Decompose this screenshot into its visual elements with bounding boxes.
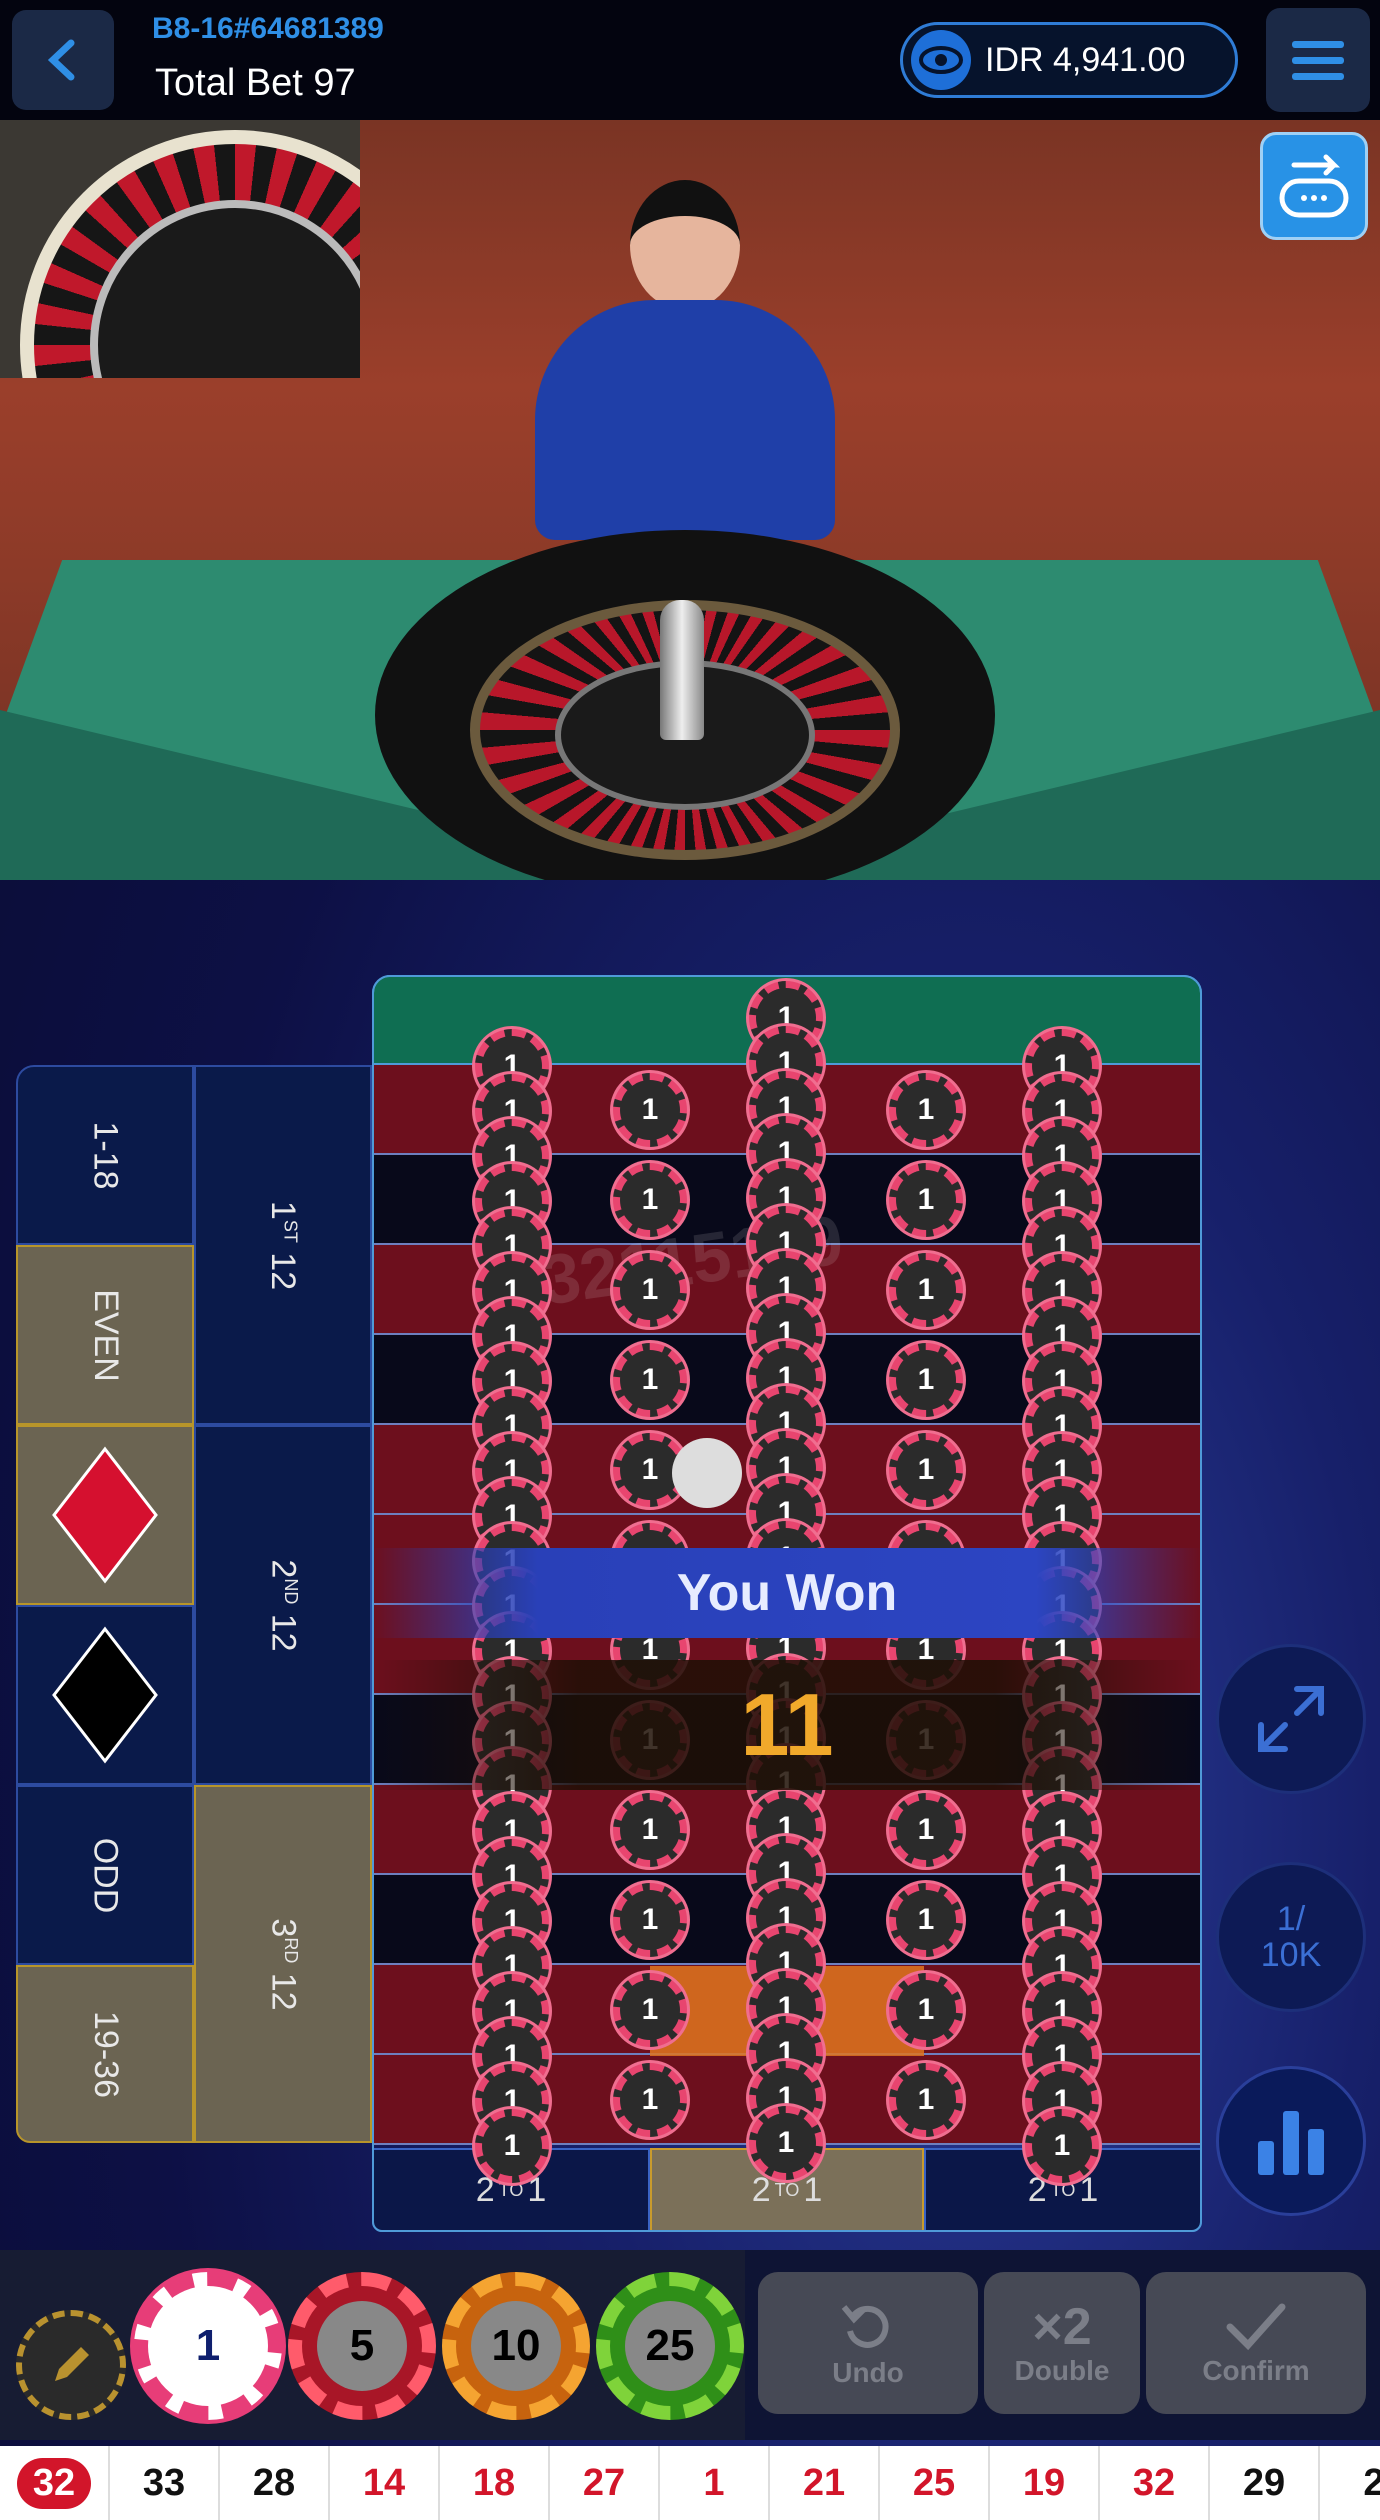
placed-chip: 1 bbox=[613, 1973, 687, 2047]
placed-chip: 1 bbox=[889, 1343, 963, 1417]
menu-button[interactable] bbox=[1266, 8, 1370, 112]
placed-chip: 1 bbox=[613, 1163, 687, 1237]
placed-chip: 1 bbox=[889, 1253, 963, 1327]
history-item: 32 bbox=[1100, 2446, 1210, 2520]
chip-5[interactable]: 5 bbox=[288, 2272, 436, 2420]
placed-chip: 1 bbox=[749, 2106, 823, 2180]
won-amount: 11 bbox=[372, 1660, 1202, 1790]
chip-1[interactable]: 1 bbox=[134, 2272, 282, 2420]
dealer bbox=[535, 160, 835, 540]
pencil-icon bbox=[55, 2347, 89, 2381]
placed-chip: 1 bbox=[613, 1073, 687, 1147]
expand-icon bbox=[1258, 1686, 1324, 1752]
undo-button[interactable]: Undo bbox=[758, 2272, 978, 2414]
result-history: 32 33 28 14 18 27 1 21 25 19 32 29 2 bbox=[0, 2446, 1380, 2520]
history-item: 14 bbox=[330, 2446, 440, 2520]
bet-limit-button[interactable]: 1/ 10K bbox=[1216, 1862, 1366, 2012]
edit-chips-button[interactable] bbox=[16, 2310, 126, 2420]
placed-chip: 1 bbox=[889, 1163, 963, 1237]
bet-2nd-12[interactable]: 2ND 12 bbox=[194, 1425, 372, 1785]
double-button[interactable]: ×2 Double bbox=[984, 2272, 1140, 2414]
history-item: 25 bbox=[880, 2446, 990, 2520]
back-button[interactable] bbox=[12, 10, 114, 110]
black-diamond-icon bbox=[52, 1626, 158, 1764]
eye-icon[interactable] bbox=[911, 30, 971, 90]
placed-chip: 1 bbox=[1025, 2109, 1099, 2183]
placed-chip: 1 bbox=[889, 1883, 963, 1957]
bet-red[interactable] bbox=[16, 1425, 194, 1605]
double-icon: ×2 bbox=[1032, 2298, 1092, 2356]
chevron-left-icon bbox=[47, 39, 75, 81]
placed-chip: 1 bbox=[889, 2063, 963, 2137]
confirm-button[interactable]: Confirm bbox=[1146, 2272, 1366, 2414]
you-won-banner: You Won bbox=[372, 1548, 1202, 1638]
undo-icon bbox=[841, 2305, 889, 2348]
table-id: B8-16#64681389 bbox=[152, 12, 384, 45]
history-item: 33 bbox=[110, 2446, 220, 2520]
placed-chip: 1 bbox=[613, 1343, 687, 1417]
placed-chip: 1 bbox=[613, 1793, 687, 1867]
history-item: 32 bbox=[0, 2446, 110, 2520]
placed-chip: 1 bbox=[889, 1073, 963, 1147]
marker-ball bbox=[672, 1438, 742, 1508]
bet-black[interactable] bbox=[16, 1605, 194, 1785]
bet-1st-12[interactable]: 1ST 12 bbox=[194, 1065, 372, 1425]
bet-19-36[interactable]: 19-36 bbox=[16, 1965, 194, 2143]
bar-chart-icon bbox=[1258, 2111, 1324, 2175]
switch-view-button[interactable] bbox=[1260, 132, 1368, 240]
history-item: 29 bbox=[1210, 2446, 1320, 2520]
history-item: 19 bbox=[990, 2446, 1100, 2520]
switch-camera-icon bbox=[1279, 154, 1349, 218]
chip-10[interactable]: 10 bbox=[442, 2272, 590, 2420]
red-diamond-icon bbox=[52, 1446, 158, 1584]
history-item: 27 bbox=[550, 2446, 660, 2520]
balance-amount: IDR 4,941.00 bbox=[985, 40, 1186, 79]
live-video bbox=[0, 120, 1380, 880]
placed-chip: 1 bbox=[613, 2063, 687, 2137]
fullscreen-button[interactable] bbox=[1216, 1644, 1366, 1794]
chip-25[interactable]: 25 bbox=[596, 2272, 744, 2420]
placed-chip: 1 bbox=[889, 1973, 963, 2047]
wheel-closeup-inset bbox=[0, 120, 360, 378]
placed-chip: 1 bbox=[889, 1433, 963, 1507]
placed-chip: 1 bbox=[613, 1883, 687, 1957]
placed-chip: 1 bbox=[613, 1253, 687, 1327]
hamburger-icon bbox=[1292, 41, 1344, 80]
history-item: 21 bbox=[770, 2446, 880, 2520]
history-item: 18 bbox=[440, 2446, 550, 2520]
bet-1-18[interactable]: 1-18 bbox=[16, 1065, 194, 1245]
top-bar: B8-16#64681389 Total Bet 97 IDR 4,941.00 bbox=[0, 0, 1380, 120]
history-item: 1 bbox=[660, 2446, 770, 2520]
balance-display[interactable]: IDR 4,941.00 bbox=[900, 22, 1238, 98]
statistics-button[interactable] bbox=[1216, 2066, 1366, 2216]
history-item: 2 bbox=[1320, 2446, 1380, 2520]
bet-odd[interactable]: ODD bbox=[16, 1785, 194, 1965]
placed-chip: 1 bbox=[475, 2109, 549, 2183]
total-bet: Total Bet 97 bbox=[155, 62, 356, 104]
placed-chip: 1 bbox=[889, 1793, 963, 1867]
bet-3rd-12[interactable]: 3RD 12 bbox=[194, 1785, 372, 2143]
bet-even[interactable]: EVEN bbox=[16, 1245, 194, 1425]
check-icon bbox=[1226, 2303, 1286, 2351]
history-item: 28 bbox=[220, 2446, 330, 2520]
